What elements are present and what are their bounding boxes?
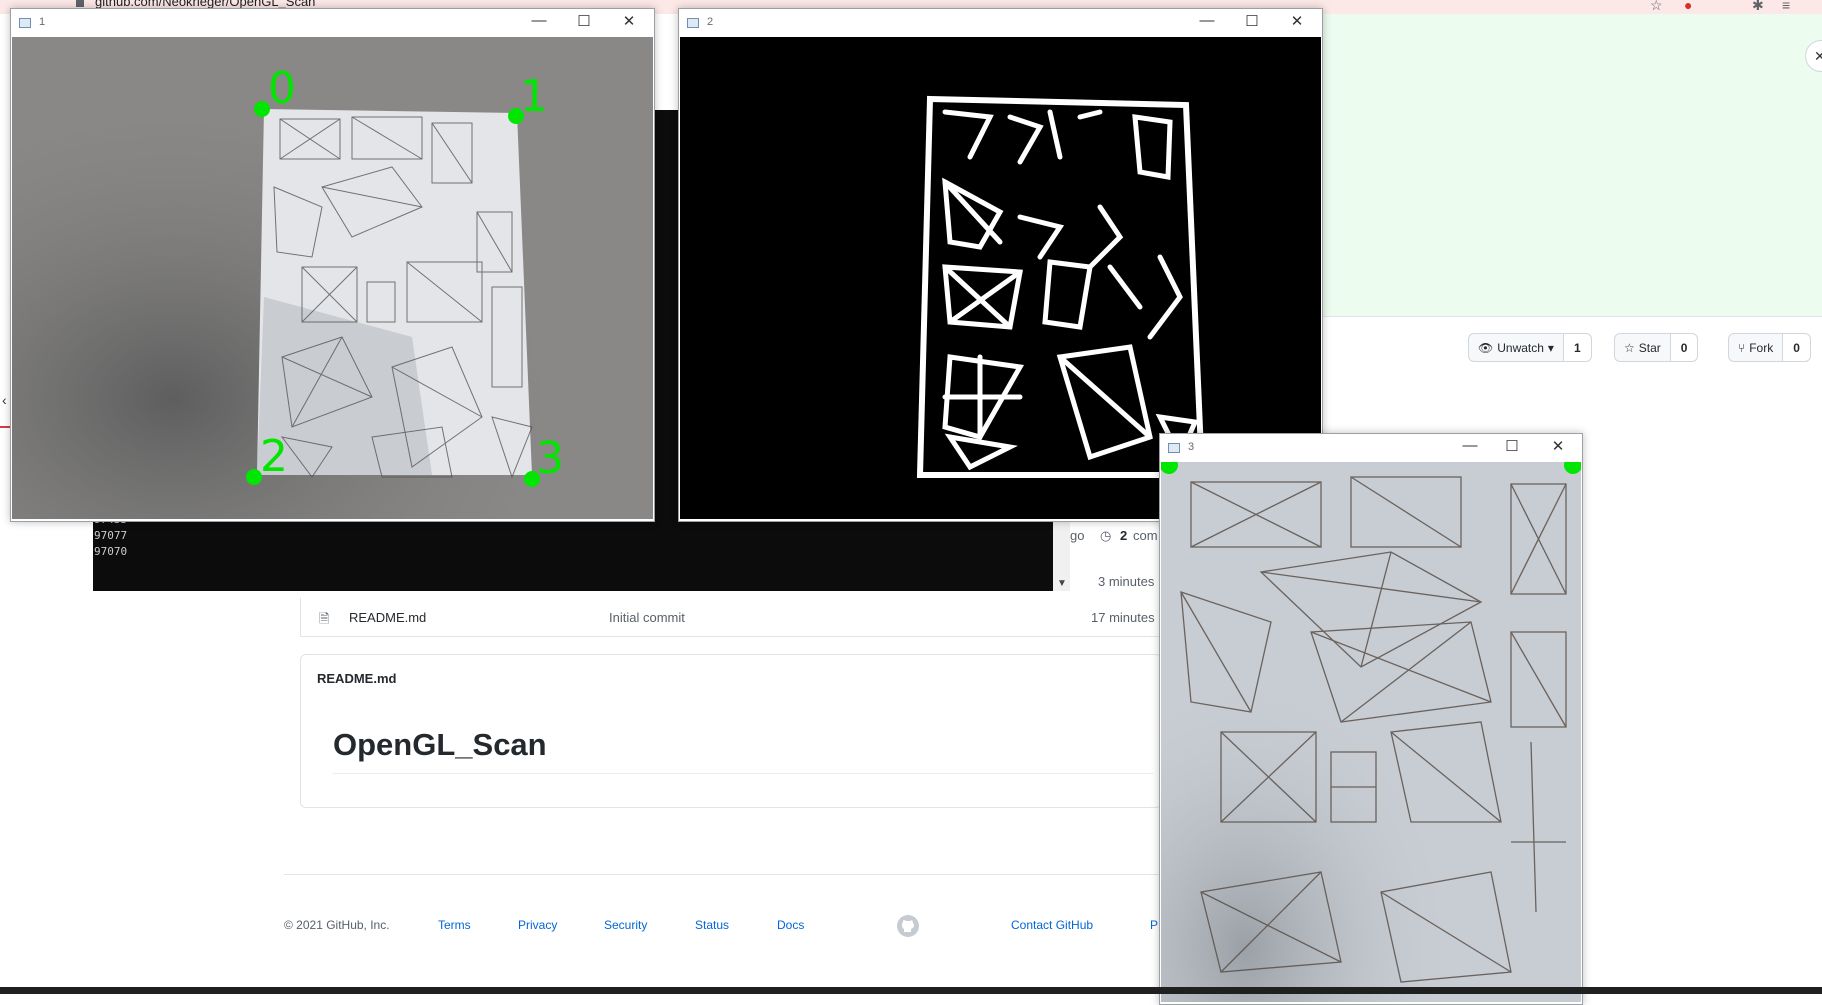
lock-icon [76,0,84,7]
file-icon: 🗎 [319,611,330,626]
fork-button-group: ⑂ Fork 0 [1728,333,1811,362]
file-commit-time: 17 minutes [1091,610,1155,625]
readme-title-rule [333,773,1153,774]
fork-count[interactable]: 0 [1783,333,1811,362]
window-title: 1 [39,16,46,28]
file-name[interactable]: README.md [349,610,426,625]
taskbar [0,987,1822,994]
fork-label: Fork [1749,340,1774,355]
window-titlebar[interactable]: 3 — ☐ ✕ [1160,434,1582,462]
chevron-left-icon[interactable]: ‹ [2,392,7,408]
fork-icon: ⑂ [1738,340,1746,355]
readme-title: OpenGL_Scan [333,727,547,762]
console-line: 97077 [94,529,128,542]
extension-icon[interactable]: ● [1684,0,1692,13]
app-window-icon [19,18,31,28]
app-window-icon [687,18,699,28]
corner-label-2: 2 [260,431,288,482]
star-button-group: ☆ Star 0 [1614,333,1699,362]
console-line: 97070 [94,545,128,558]
scroll-down-icon[interactable]: ▼ [1057,578,1067,589]
maximize-icon[interactable]: ☐ [1232,12,1272,30]
footer-link-contact[interactable]: Contact GitHub [1011,918,1093,932]
commit-time-fragment: go [1070,528,1085,543]
footer-link-status[interactable]: Status [695,918,729,932]
footer-link-more[interactable]: P [1150,918,1158,932]
window-titlebar[interactable]: 1 — ☐ ✕ [11,9,654,37]
minimize-icon[interactable]: — [1450,437,1490,454]
history-icon: ◷ [1100,528,1112,543]
readme-header: README.md [317,671,397,686]
reading-list-icon[interactable]: ≡ [1782,0,1790,13]
close-window-icon[interactable]: ✕ [609,12,649,30]
readme-panel: README.md OpenGL_Scan [300,654,1162,808]
maximize-icon[interactable]: ☐ [1492,437,1532,455]
commits-label[interactable]: com [1133,528,1158,543]
window-title: 3 [1188,441,1195,453]
star-label: Star [1638,340,1661,355]
opencv-window-1[interactable]: 1 — ☐ ✕ 0 1 2 3 [10,8,655,522]
unwatch-button[interactable]: 👁 Unwatch ▾ [1468,333,1564,362]
close-window-icon[interactable]: ✕ [1538,437,1578,455]
watch-count[interactable]: 1 [1563,333,1592,362]
footer-copyright: © 2021 GitHub, Inc. [284,918,390,932]
footer-link-privacy[interactable]: Privacy [518,918,557,932]
window-title: 2 [707,16,714,28]
star-count[interactable]: 0 [1670,333,1699,362]
corner-label-0: 0 [268,63,296,114]
bookmark-star-icon[interactable]: ☆ [1650,0,1663,14]
commits-count[interactable]: 2 [1120,528,1127,543]
scanned-document-image [1161,462,1581,1002]
extensions-puzzle-icon[interactable]: ✱ [1752,0,1764,14]
file-commit-message[interactable]: Initial commit [609,610,685,625]
footer-link-terms[interactable]: Terms [438,918,471,932]
corner-label-3: 3 [536,433,564,484]
window-titlebar[interactable]: 2 — ☐ ✕ [679,9,1322,37]
github-banner [1320,14,1822,316]
footer-link-security[interactable]: Security [604,918,647,932]
close-window-icon[interactable]: ✕ [1277,12,1317,30]
header-divider [1320,316,1822,317]
github-logo-icon[interactable] [896,914,920,938]
star-icon: ☆ [1624,340,1635,355]
minimize-icon[interactable]: — [519,12,559,29]
watch-button-group: 👁 Unwatch ▾ 1 [1468,333,1592,362]
footer-divider [284,874,1184,875]
file-row[interactable]: 🗎 README.md Initial commit 17 minutes [300,598,1162,637]
opencv-window-3[interactable]: 3 — ☐ ✕ [1159,433,1583,1005]
camera-feed: 0 1 2 3 [12,37,653,519]
footer-link-docs[interactable]: Docs [777,918,804,932]
unwatch-label: Unwatch [1497,340,1544,355]
eye-icon: 👁 [1478,340,1494,355]
star-button[interactable]: ☆ Star [1614,333,1671,362]
maximize-icon[interactable]: ☐ [564,12,604,30]
latest-commit-time: 3 minutes [1098,574,1155,589]
fork-button[interactable]: ⑂ Fork [1728,333,1784,362]
minimize-icon[interactable]: — [1187,12,1227,29]
corner-label-1: 1 [520,71,548,122]
caret-down-icon: ▾ [1547,340,1554,355]
app-window-icon [1168,443,1180,453]
